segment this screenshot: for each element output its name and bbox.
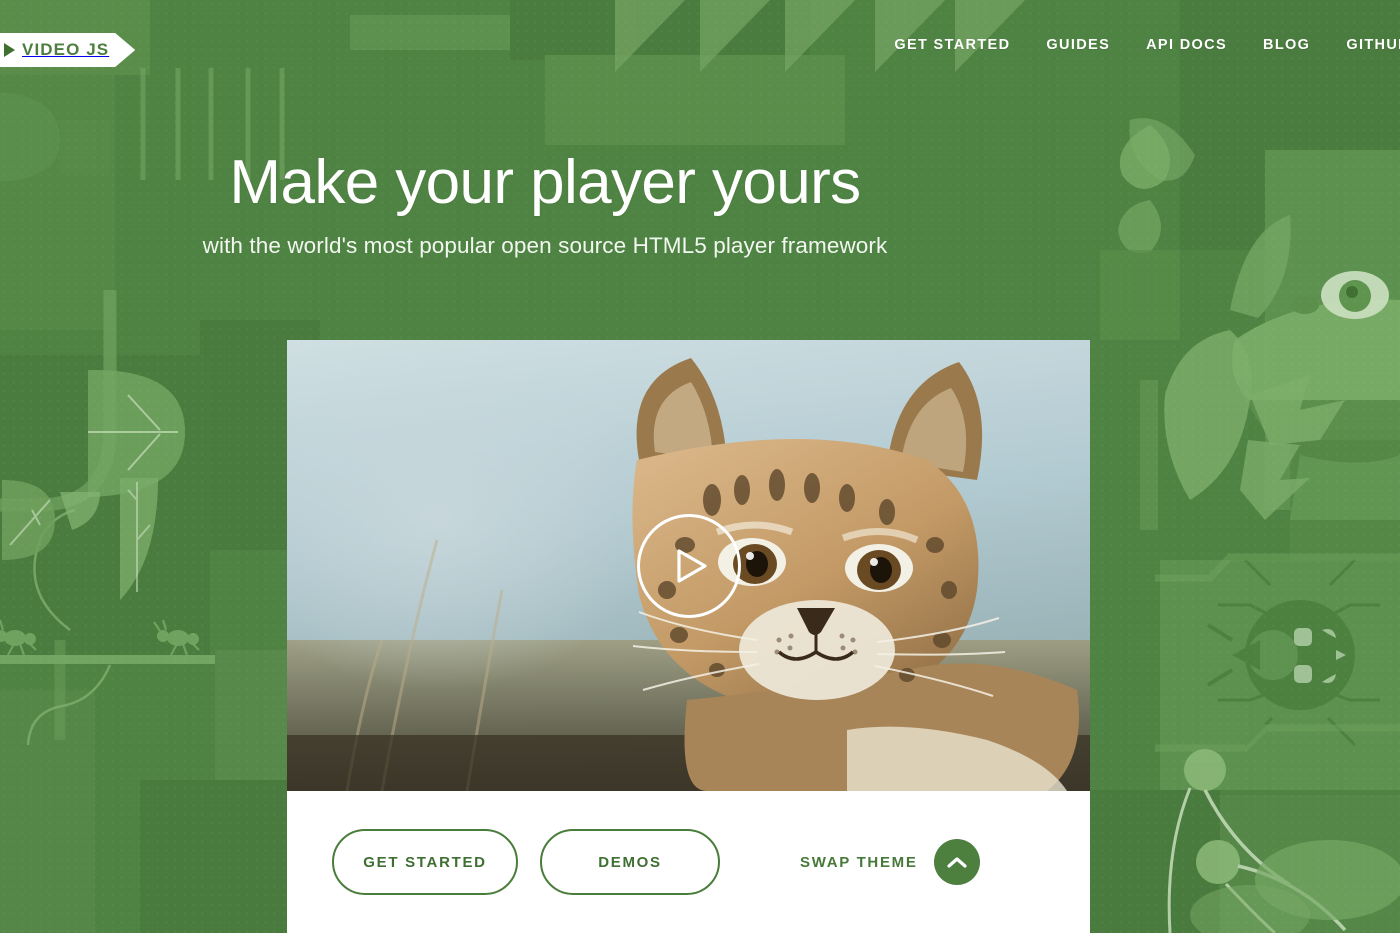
hero-section: Make your player yours with the world's … <box>0 150 1400 259</box>
play-triangle-icon <box>4 43 15 57</box>
video-player: GET STARTED DEMOS SWAP THEME <box>287 340 1090 933</box>
site-header: VIDEO JS GET STARTED GUIDES API DOCS BLO… <box>0 0 1400 92</box>
nav-github[interactable]: GITHUB <box>1346 37 1400 53</box>
play-button[interactable] <box>636 513 741 618</box>
video-surface[interactable] <box>287 340 1090 791</box>
player-control-panel: GET STARTED DEMOS SWAP THEME <box>287 791 1090 933</box>
logo-videojs[interactable]: VIDEO JS <box>0 33 135 67</box>
page-title: Make your player yours <box>229 148 861 217</box>
nav-api-docs[interactable]: API DOCS <box>1146 37 1227 53</box>
nav-guides[interactable]: GUIDES <box>1046 37 1110 53</box>
swap-theme-button[interactable] <box>933 839 980 885</box>
swap-theme-label: SWAP THEME <box>800 853 918 871</box>
page-root: VIDEO JS GET STARTED GUIDES API DOCS BLO… <box>0 0 1400 933</box>
demos-button[interactable]: DEMOS <box>540 829 720 895</box>
nav-get-started[interactable]: GET STARTED <box>894 37 1010 53</box>
nav-blog[interactable]: BLOG <box>1263 37 1310 53</box>
logo-text: VIDEO JS <box>22 40 110 59</box>
get-started-button[interactable]: GET STARTED <box>332 829 518 895</box>
main-navigation: GET STARTED GUIDES API DOCS BLOG GITHUB <box>894 37 1400 53</box>
page-subtitle: with the world's most popular open sourc… <box>202 233 888 259</box>
play-icon <box>676 548 707 583</box>
chevron-up-icon <box>946 856 967 868</box>
swap-theme-control[interactable]: SWAP THEME <box>800 839 980 885</box>
